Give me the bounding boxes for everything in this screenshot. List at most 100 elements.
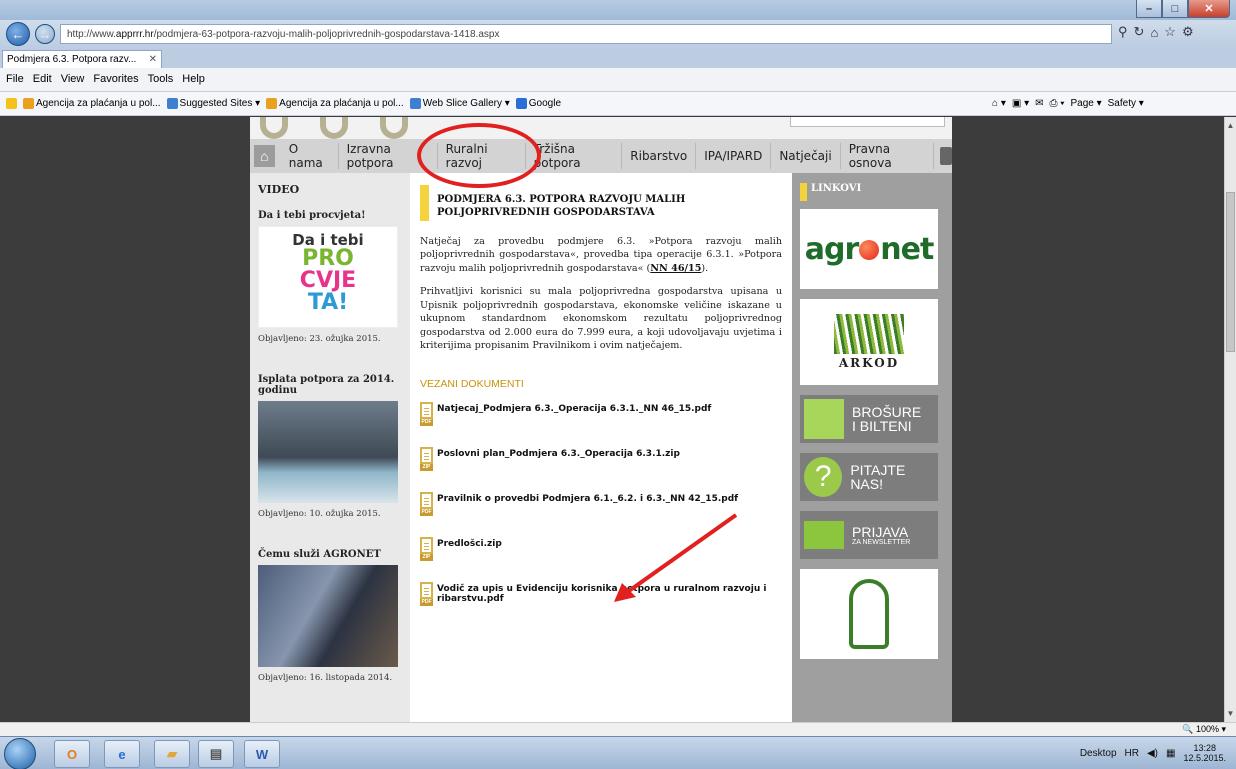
newsletter-title: PRIJAVA (852, 523, 909, 540)
page-viewport: ⌂ O nama Izravna potpora Ruralni razvoj … (0, 117, 1224, 722)
document-name[interactable]: Poslovni plan_Podmjera 6.3._Operacija 6.… (437, 447, 680, 459)
menu-favorites[interactable]: Favorites (93, 73, 138, 85)
safety-menu[interactable]: Safety ▾ (1108, 98, 1144, 109)
brosure-line: I BILTENI (852, 418, 912, 434)
word-icon[interactable]: W (244, 740, 280, 768)
menu-view[interactable]: View (61, 73, 85, 85)
close-tab-icon[interactable]: ✕ (149, 54, 157, 65)
ie-icon (166, 98, 178, 109)
agronet-text: net (880, 231, 934, 267)
menu-file[interactable]: File (6, 73, 24, 85)
nav-o-nama[interactable]: O nama (281, 142, 339, 170)
search-icon[interactable]: ⚲ (1118, 24, 1128, 40)
nav-ipa-ipard[interactable]: IPA/IPARD (696, 143, 772, 169)
accent-bar (420, 185, 429, 221)
document-link[interactable]: ZIP Poslovni plan_Podmjera 6.3._Operacij… (420, 447, 782, 472)
arkod-text: ARKOD (838, 356, 900, 370)
close-button[interactable]: ✕ (1188, 0, 1230, 18)
zoom-level[interactable]: 🔍 100% ▾ (1182, 724, 1226, 735)
arkod-banner[interactable]: ARKOD (800, 299, 938, 385)
paragraph-text: Natječaj za provedbu podmjere 6.3. »Potp… (420, 236, 782, 274)
file-manager-icon[interactable]: ▤ (198, 740, 234, 768)
video-title[interactable]: Čemu služi AGRONET (258, 549, 402, 560)
language-indicator[interactable]: HR (1125, 748, 1139, 759)
paragraph-text: ). (701, 262, 709, 274)
agronet-banner[interactable]: agr net (800, 209, 938, 289)
favorite-link[interactable]: Agencija za plaćanja u pol... (266, 98, 404, 109)
video-item[interactable]: Čemu služi AGRONET Objavljeno: 16. listo… (258, 549, 402, 683)
article-title: PODMJERA 6.3. POTPORA RAZVOJU MALIH POLJ… (437, 194, 686, 218)
minimize-button[interactable]: – (1136, 0, 1162, 18)
site-icon (266, 98, 278, 109)
newsletter-banner[interactable]: PRIJAVA ZA NEWSLETTER (800, 511, 938, 559)
nav-natjecaji[interactable]: Natječaji (771, 143, 841, 169)
favorite-link[interactable]: Google (515, 98, 561, 109)
maximize-button[interactable]: □ (1162, 0, 1188, 18)
video-title[interactable]: Da i tebi procvjeta! (258, 210, 402, 221)
nav-ribarstvo[interactable]: Ribarstvo (622, 143, 697, 169)
menu-help[interactable]: Help (182, 73, 205, 85)
volume-icon[interactable]: ◀) (1147, 748, 1158, 759)
menu-tools[interactable]: Tools (148, 73, 174, 85)
home-icon[interactable]: ⌂ ▾ (992, 98, 1006, 109)
network-icon[interactable]: ▦ (1166, 748, 1175, 759)
address-bar[interactable]: http://www. apprrr.hr/podmjera-63-potpora… (60, 24, 1112, 44)
favorites-star-icon[interactable] (6, 98, 17, 109)
forward-button[interactable]: → (35, 24, 55, 44)
video-heading: VIDEO (258, 183, 300, 196)
back-button[interactable]: ← (6, 22, 30, 46)
video-item[interactable]: Da i tebi procvjeta! Da i tebi PRO CVJE … (258, 210, 402, 344)
favorites-star-icon[interactable]: ☆ (1164, 24, 1176, 40)
folder-icon[interactable]: ▰ (154, 740, 190, 768)
video-thumbnail[interactable] (258, 565, 398, 667)
home-icon[interactable]: ⌂ (1150, 25, 1158, 40)
page-menu[interactable]: Page ▾ (1070, 98, 1101, 109)
site-search-input[interactable] (790, 117, 945, 127)
favorite-link[interactable]: Suggested Sites ▾ (166, 98, 260, 109)
site-icon (23, 98, 34, 109)
favorites-bar: Agencija za plaćanja u pol... Suggested … (0, 92, 1236, 116)
menu-edit[interactable]: Edit (33, 73, 52, 85)
home-icon[interactable]: ⌂ (254, 145, 275, 167)
video-sidebar: VIDEO Da i tebi procvjeta! Da i tebi PRO… (250, 173, 410, 722)
document-link[interactable]: PDF Natjecaj_Podmjera 6.3._Operacija 6.3… (420, 402, 782, 427)
zip-file-icon: ZIP (420, 537, 433, 562)
favorite-label: Agencija za plaćanja u pol... (36, 98, 161, 109)
taskbar: O e ▰ ▤ W Desktop HR ◀) ▦ 13:28 12.5.201… (0, 736, 1236, 769)
settings-gear-icon[interactable]: ⚙ (1182, 24, 1194, 40)
article: PODMJERA 6.3. POTPORA RAZVOJU MALIH POLJ… (410, 173, 792, 722)
favorite-link[interactable]: Web Slice Gallery ▾ (409, 98, 510, 109)
favorite-link[interactable]: Agencija za plaćanja u pol... (23, 98, 161, 109)
scroll-up-icon[interactable]: ▲ (1225, 121, 1236, 130)
print-icon[interactable]: ⎙ ▾ (1049, 98, 1064, 109)
scroll-down-icon[interactable]: ▼ (1225, 709, 1236, 718)
refresh-icon[interactable]: ↻ (1134, 24, 1145, 40)
book-icon[interactable] (939, 147, 953, 165)
document-name[interactable]: Natjecaj_Podmjera 6.3._Operacija 6.3.1._… (437, 402, 711, 414)
internet-explorer-icon[interactable]: e (104, 740, 140, 768)
outlook-icon[interactable]: O (54, 740, 90, 768)
video-thumbnail[interactable] (258, 401, 398, 503)
zoom-value: 100% (1195, 724, 1219, 734)
browser-tab[interactable]: Podmjera 6.3. Potpora razv... ✕ (2, 50, 162, 68)
nn-link[interactable]: NN 46/15 (650, 263, 701, 274)
pitajte-text: PITAJTE NAS! (850, 462, 906, 492)
pitajte-banner[interactable]: ? PITAJTE NAS! (800, 453, 938, 501)
mail-icon[interactable]: ✉ (1035, 98, 1043, 109)
ministry-logo-banner[interactable] (800, 569, 938, 659)
feeds-icon[interactable]: ▣ ▾ (1012, 98, 1029, 109)
document-name[interactable]: Pravilnik o provedbi Podmjera 6.1._6.2. … (437, 492, 738, 504)
video-thumbnail[interactable]: Da i tebi PRO CVJE TA! (258, 226, 398, 328)
video-title[interactable]: Isplata potpora za 2014. godinu (258, 374, 402, 396)
clock[interactable]: 13:28 12.5.2015. (1183, 743, 1226, 764)
nav-pravna-osnova[interactable]: Pravna osnova (841, 142, 934, 170)
start-button[interactable] (4, 738, 36, 769)
scroll-thumb[interactable] (1226, 192, 1235, 352)
article-paragraph: Natječaj za provedbu podmjere 6.3. »Potp… (420, 235, 782, 275)
desktop-toolbar[interactable]: Desktop (1080, 748, 1117, 759)
document-name[interactable]: Predlošci.zip (437, 537, 502, 549)
vertical-scrollbar[interactable]: ▲ ▼ (1224, 117, 1236, 722)
brosure-banner[interactable]: BROŠURE I BILTENI (800, 395, 938, 443)
logo-shape (260, 117, 288, 139)
video-item[interactable]: Isplata potpora za 2014. godinu Objavlje… (258, 374, 402, 519)
